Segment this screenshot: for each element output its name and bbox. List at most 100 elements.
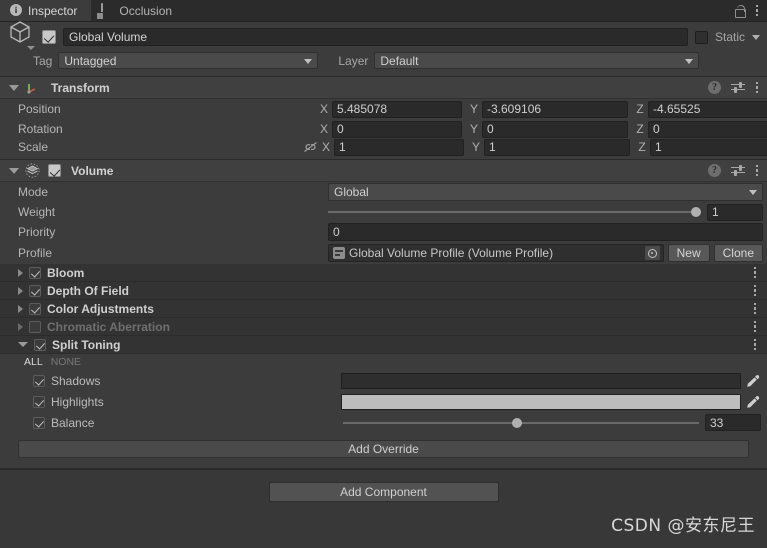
override-foldout-icon[interactable] <box>18 286 23 295</box>
weight-slider[interactable] <box>328 207 701 217</box>
scale-x-input[interactable]: 1 <box>334 138 464 156</box>
foldout-arrow-icon[interactable] <box>9 167 19 174</box>
new-profile-button[interactable]: New <box>667 244 710 262</box>
help-icon[interactable]: ? <box>708 164 721 177</box>
none-button[interactable]: NONE <box>51 356 81 368</box>
override-row[interactable]: Depth Of Field <box>0 282 767 300</box>
transform-position-row: Position X 5.485078 Y -3.609106 Z -4.655… <box>0 99 767 119</box>
profile-field: Global Volume Profile (Volume Profile) N… <box>328 244 763 262</box>
override-foldout-icon[interactable] <box>18 322 23 331</box>
weight-field: 1 <box>328 203 763 221</box>
gameobject-name-input[interactable]: Global Volume <box>63 28 688 46</box>
settings-icon[interactable] <box>731 164 745 177</box>
kebab-menu-icon[interactable] <box>753 320 757 333</box>
foldout-arrow-icon[interactable] <box>9 84 19 91</box>
mode-label: Mode <box>18 185 49 199</box>
position-z-input[interactable]: -4.65525 <box>648 100 767 118</box>
balance-slider-handle[interactable] <box>512 417 523 428</box>
mode-field: Global <box>328 183 763 201</box>
tab-bar: i Inspector Occlusion <box>0 0 767 22</box>
cube-icon-svg <box>10 21 30 43</box>
balance-slider[interactable] <box>343 417 699 428</box>
volume-component: Volume ? Mode Global Weight 1 Priority 0… <box>0 160 767 470</box>
kebab-menu-icon[interactable] <box>753 266 757 279</box>
tag-dropdown[interactable]: Untagged <box>58 52 319 69</box>
override-enabled-checkbox[interactable] <box>29 302 41 315</box>
transform-header-actions: ? <box>708 81 761 94</box>
kebab-menu-icon[interactable] <box>753 302 757 315</box>
override-name: Depth Of Field <box>47 283 129 298</box>
override-enabled-checkbox[interactable] <box>29 320 41 333</box>
chevron-down-icon <box>27 46 35 50</box>
balance-input[interactable]: 33 <box>705 414 761 431</box>
kebab-menu-icon[interactable] <box>753 338 757 351</box>
scale-y-input[interactable]: 1 <box>484 138 630 156</box>
override-foldout-icon[interactable] <box>18 304 23 313</box>
scale-z-input[interactable]: 1 <box>650 138 767 156</box>
weight-slider-handle[interactable] <box>691 207 701 217</box>
settings-icon[interactable] <box>731 81 745 94</box>
balance-override-checkbox[interactable] <box>33 416 45 429</box>
gameobject-name-row: Global Volume Static <box>7 21 760 50</box>
add-override-label: Add Override <box>348 442 419 456</box>
constrain-proportions-icon[interactable] <box>303 141 318 153</box>
volume-enabled-checkbox[interactable] <box>48 164 61 177</box>
cube-icon[interactable] <box>9 21 35 52</box>
eyedropper-icon[interactable] <box>744 373 761 389</box>
add-component-button[interactable]: Add Component <box>268 482 499 502</box>
transform-header[interactable]: Transform ? <box>0 77 767 99</box>
tab-occlusion[interactable]: Occlusion <box>91 0 186 21</box>
highlights-override-checkbox[interactable] <box>33 395 45 408</box>
layer-dropdown[interactable]: Default <box>374 52 700 69</box>
clone-profile-button[interactable]: Clone <box>713 244 763 262</box>
mode-dropdown[interactable]: Global <box>328 183 763 201</box>
tab-occlusion-label: Occlusion <box>119 3 173 18</box>
rotation-z: Z 0 <box>636 120 767 138</box>
add-override-button[interactable]: Add Override <box>18 440 749 458</box>
volume-priority-row: Priority 0 <box>0 222 767 242</box>
position-x-input[interactable]: 5.485078 <box>332 100 462 118</box>
priority-input[interactable]: 0 <box>328 223 763 241</box>
lock-icon[interactable] <box>734 4 746 18</box>
kebab-menu-icon[interactable] <box>755 164 759 177</box>
override-foldout-icon[interactable] <box>18 342 28 347</box>
kebab-menu-icon[interactable] <box>755 81 759 94</box>
override-foldout-icon[interactable] <box>18 268 23 277</box>
shadows-override-checkbox[interactable] <box>33 374 45 387</box>
volume-weight-row: Weight 1 <box>0 202 767 222</box>
transform-scale-row: Scale X 1 Y 1 Z 1 <box>0 138 767 159</box>
override-enabled-checkbox[interactable] <box>29 284 41 297</box>
position-y-input[interactable]: -3.609106 <box>482 100 628 118</box>
rotation-y-input[interactable]: 0 <box>482 120 628 138</box>
volume-header[interactable]: Volume ? <box>0 160 767 182</box>
override-row[interactable]: Chromatic Aberration <box>0 318 767 336</box>
highlights-color-field[interactable] <box>341 393 741 410</box>
override-row[interactable]: Bloom <box>0 264 767 282</box>
all-button[interactable]: ALL <box>24 356 43 368</box>
clone-button-label: Clone <box>722 246 754 260</box>
override-row[interactable]: Split Toning <box>0 336 767 354</box>
gameobject-enabled-checkbox[interactable] <box>42 30 56 44</box>
watermark: CSDN @安东尼王 <box>611 516 755 536</box>
rotation-z-input[interactable]: 0 <box>648 120 767 138</box>
static-dropdown-chevron-icon[interactable] <box>752 34 760 40</box>
kebab-menu-icon[interactable] <box>755 4 759 17</box>
eyedropper-icon[interactable] <box>744 394 761 410</box>
static-checkbox[interactable] <box>694 30 708 44</box>
weight-input[interactable]: 1 <box>707 203 763 221</box>
volume-title: Volume <box>71 163 114 178</box>
override-enabled-checkbox[interactable] <box>29 266 41 279</box>
position-z-value: -4.65525 <box>653 102 701 116</box>
chevron-down-icon <box>304 59 313 64</box>
tab-inspector[interactable]: i Inspector <box>0 0 92 21</box>
transform-component: Transform ? Position X 5.485078 Y -3.609… <box>0 77 767 160</box>
object-picker-icon[interactable] <box>643 245 661 261</box>
kebab-menu-icon[interactable] <box>753 284 757 297</box>
override-row[interactable]: Color Adjustments <box>0 300 767 318</box>
help-icon[interactable]: ? <box>708 81 721 94</box>
shadows-color-field[interactable] <box>341 372 741 389</box>
profile-object-field[interactable]: Global Volume Profile (Volume Profile) <box>328 244 664 262</box>
override-enabled-checkbox[interactable] <box>34 338 46 351</box>
shadows-row: Shadows <box>0 370 767 391</box>
rotation-x-input[interactable]: 0 <box>332 120 462 138</box>
